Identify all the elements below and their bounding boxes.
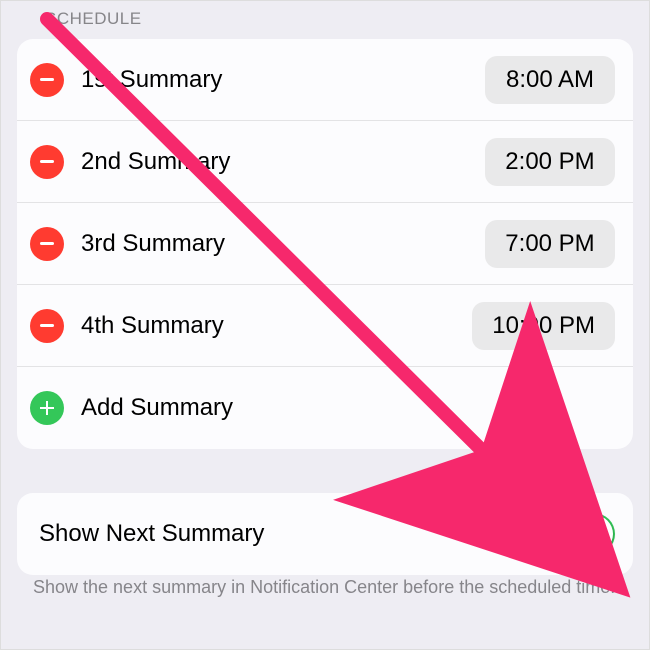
summary-row-4[interactable]: 4th Summary 10:00 PM bbox=[17, 285, 633, 367]
summary-3-time[interactable]: 7:00 PM bbox=[485, 220, 615, 268]
minus-icon bbox=[30, 63, 64, 97]
section-header-schedule: SCHEDULE bbox=[45, 9, 142, 29]
delete-summary-2[interactable] bbox=[17, 145, 77, 179]
settings-screen: SCHEDULE 1st Summary 8:00 AM 2nd Summary… bbox=[0, 0, 650, 650]
show-next-summary-label: Show Next Summary bbox=[17, 520, 545, 548]
minus-icon bbox=[30, 145, 64, 179]
add-summary-label: Add Summary bbox=[77, 394, 633, 422]
delete-summary-3[interactable] bbox=[17, 227, 77, 261]
add-summary-row[interactable]: Add Summary bbox=[17, 367, 633, 449]
summary-2-time[interactable]: 2:00 PM bbox=[485, 138, 615, 186]
plus-icon bbox=[30, 391, 64, 425]
delete-summary-1[interactable] bbox=[17, 63, 77, 97]
show-next-summary-row[interactable]: Show Next Summary bbox=[17, 493, 633, 575]
switch-thumb bbox=[575, 515, 613, 553]
show-next-summary-card: Show Next Summary bbox=[17, 493, 633, 575]
minus-icon bbox=[30, 309, 64, 343]
summary-row-3[interactable]: 3rd Summary 7:00 PM bbox=[17, 203, 633, 285]
summary-3-label: 3rd Summary bbox=[77, 230, 485, 258]
show-next-summary-toggle[interactable] bbox=[545, 513, 615, 555]
summary-2-label: 2nd Summary bbox=[77, 148, 485, 176]
summary-row-2[interactable]: 2nd Summary 2:00 PM bbox=[17, 121, 633, 203]
summary-1-time[interactable]: 8:00 AM bbox=[485, 56, 615, 104]
schedule-card: 1st Summary 8:00 AM 2nd Summary 2:00 PM … bbox=[17, 39, 633, 449]
summary-4-time[interactable]: 10:00 PM bbox=[472, 302, 615, 350]
delete-summary-4[interactable] bbox=[17, 309, 77, 343]
show-next-summary-footnote: Show the next summary in Notification Ce… bbox=[33, 575, 629, 599]
minus-icon bbox=[30, 227, 64, 261]
summary-4-label: 4th Summary bbox=[77, 312, 472, 340]
summary-1-label: 1st Summary bbox=[77, 66, 485, 94]
add-summary-button[interactable] bbox=[17, 391, 77, 425]
summary-row-1[interactable]: 1st Summary 8:00 AM bbox=[17, 39, 633, 121]
